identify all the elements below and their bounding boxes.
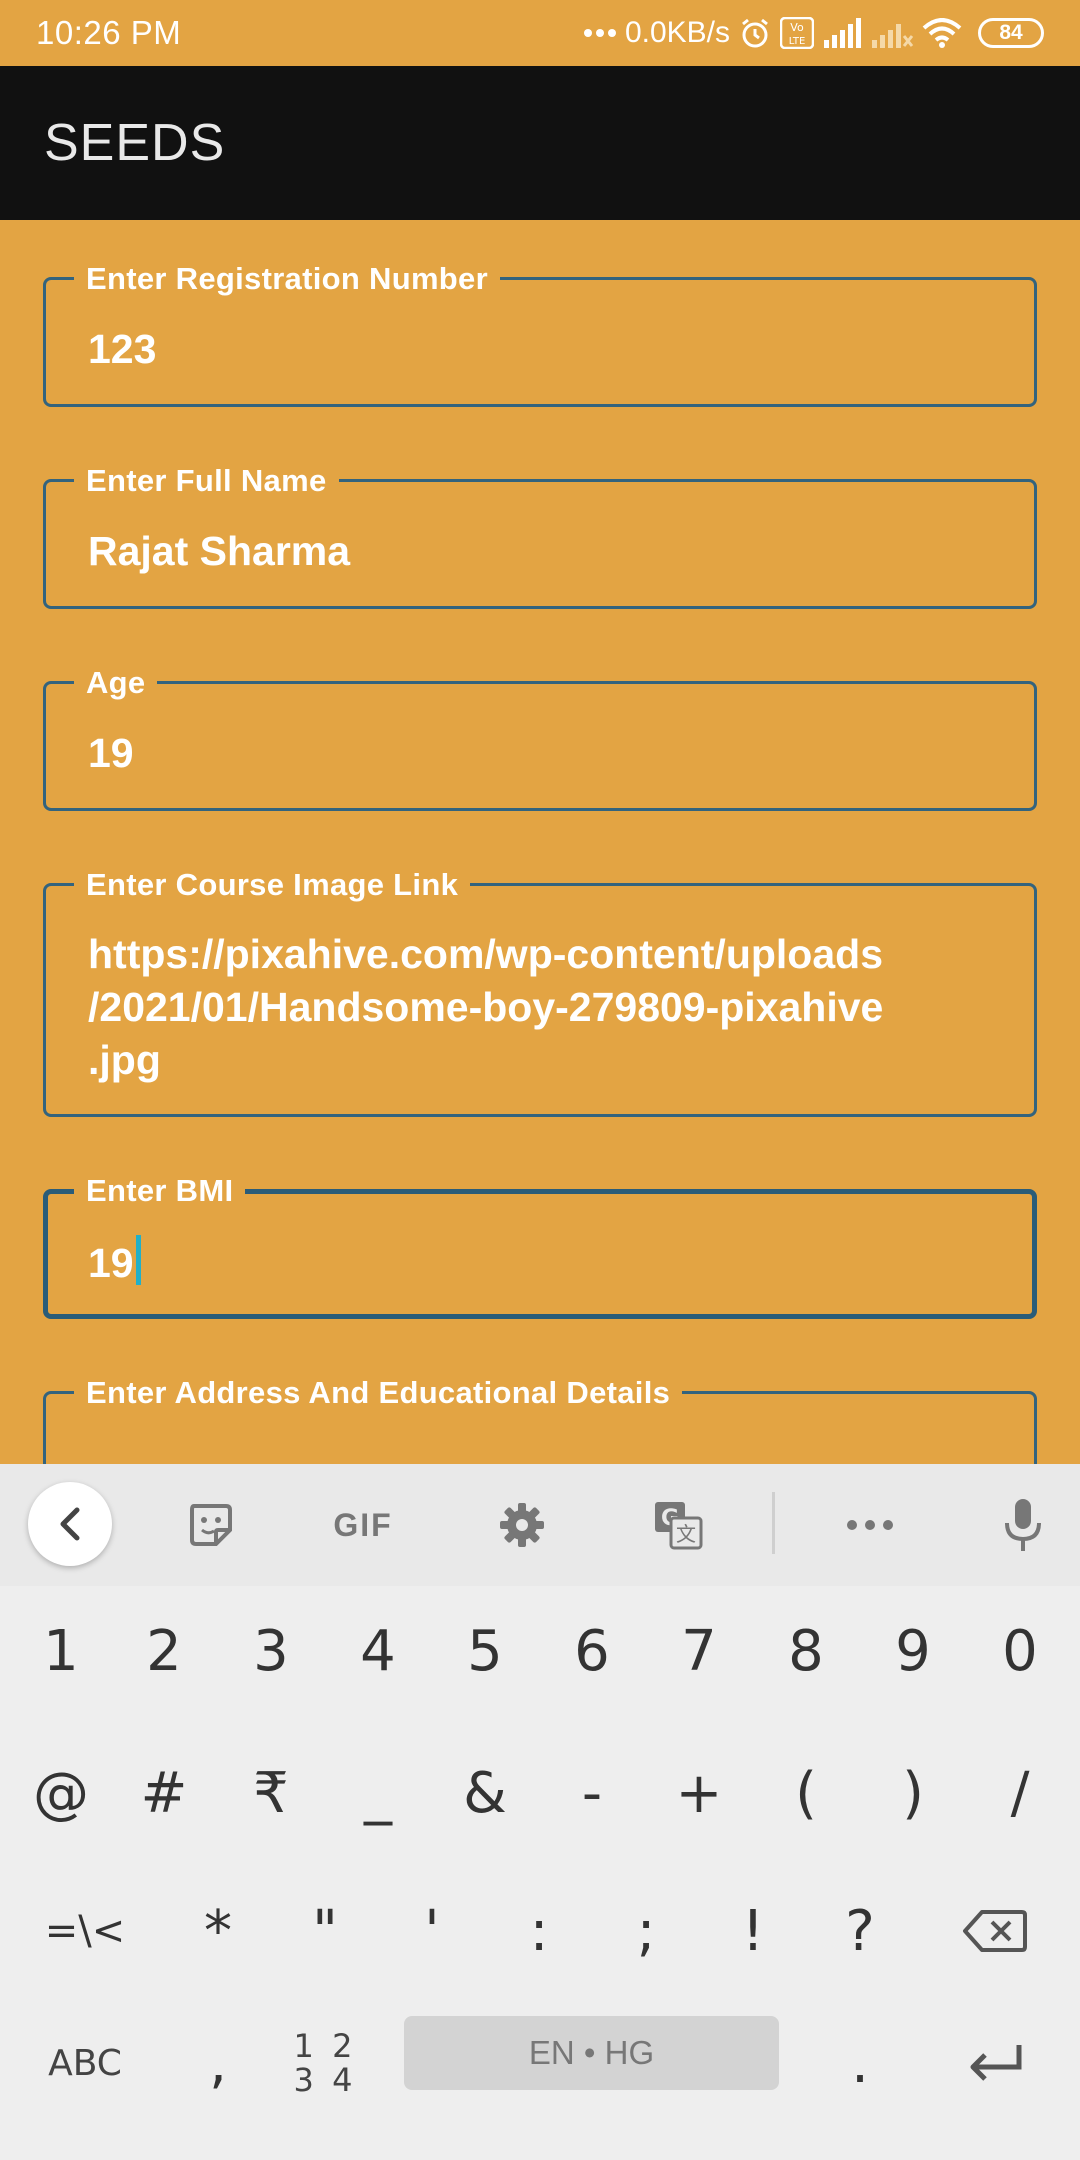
key-open-paren[interactable]: ( <box>752 1728 860 1858</box>
back-icon[interactable] <box>28 1482 112 1566</box>
key-7[interactable]: 7 <box>645 1586 753 1716</box>
age-field[interactable]: Age 19 <box>43 663 1037 811</box>
more-icon[interactable] <box>840 1492 900 1558</box>
key-5[interactable]: 5 <box>431 1586 539 1716</box>
course-image-link-line: https://pixahive.com/wp-content/uploads <box>88 931 883 977</box>
status-bar: 10:26 PM 0.0KB/s Vo LTE 84 <box>0 0 1080 66</box>
enter-icon[interactable] <box>940 1998 1050 2128</box>
key-2[interactable]: 2 <box>110 1586 218 1716</box>
screen: 10:26 PM 0.0KB/s Vo LTE 84 SEEDS Enter R… <box>0 0 1080 2160</box>
key-rupee[interactable]: ₹ <box>217 1728 325 1858</box>
key-1[interactable]: 1 <box>7 1586 115 1716</box>
key-period[interactable]: . <box>806 1998 914 2128</box>
key-underscore[interactable]: _ <box>324 1728 432 1858</box>
translate-icon[interactable]: G文 <box>650 1492 706 1558</box>
registration-number-field[interactable]: Enter Registration Number 123 <box>43 259 1037 407</box>
registration-number-label: Enter Registration Number <box>74 259 500 299</box>
key-semicolon[interactable]: ; <box>592 1866 700 1996</box>
alarm-icon <box>738 16 772 50</box>
age-label: Age <box>74 663 158 703</box>
backspace-icon[interactable] <box>940 1866 1050 1996</box>
keyboard-row-symbols: @ # ₹ _ & - + ( ) / <box>0 1728 1080 1858</box>
signal-icon <box>822 18 862 48</box>
key-minus[interactable]: - <box>538 1728 646 1858</box>
key-slash[interactable]: / <box>966 1728 1074 1858</box>
key-exclamation[interactable]: ! <box>699 1866 807 1996</box>
key-numpad[interactable]: 1 2 3 4 <box>271 1998 379 2128</box>
net-speed: 0.0KB/s <box>624 16 730 49</box>
key-4[interactable]: 4 <box>324 1586 432 1716</box>
toolbar-divider <box>772 1492 775 1554</box>
key-plus[interactable]: + <box>645 1728 753 1858</box>
numpad-bottom: 3 4 <box>293 2061 357 2099</box>
battery-icon: 84 <box>978 18 1044 48</box>
full-name-value[interactable]: Rajat Sharma <box>88 525 1004 578</box>
registration-number-value[interactable]: 123 <box>88 323 1004 376</box>
key-8[interactable]: 8 <box>752 1586 860 1716</box>
key-ampersand[interactable]: & <box>431 1728 539 1858</box>
course-image-link-field[interactable]: Enter Course Image Link https://pixahive… <box>43 865 1037 1117</box>
key-double-quote[interactable]: " <box>271 1866 379 1996</box>
key-6[interactable]: 6 <box>538 1586 646 1716</box>
mic-icon[interactable] <box>998 1492 1048 1558</box>
key-colon[interactable]: : <box>485 1866 593 1996</box>
key-9[interactable]: 9 <box>859 1586 967 1716</box>
keyboard-row-bottom: ABC , 1 2 3 4 EN • HG . <box>0 1998 1080 2128</box>
key-close-paren[interactable]: ) <box>859 1728 967 1858</box>
gif-button[interactable]: GIF <box>328 1492 398 1558</box>
course-image-link-label: Enter Course Image Link <box>74 865 471 905</box>
wifi-icon <box>922 18 962 48</box>
dots-icon <box>583 28 617 38</box>
address-education-label: Enter Address And Educational Details <box>74 1373 683 1413</box>
key-question[interactable]: ? <box>806 1866 914 1996</box>
status-time: 10:26 PM <box>36 14 182 51</box>
bmi-value-text: 19 <box>88 1240 134 1286</box>
signal-weak-icon <box>870 18 914 48</box>
key-abc[interactable]: ABC <box>30 1998 140 2128</box>
volte-icon: Vo LTE <box>780 17 814 49</box>
app-bar: SEEDS <box>0 66 1080 220</box>
status-icons: 0.0KB/s Vo LTE 84 <box>583 16 1044 50</box>
app-title: SEEDS <box>44 114 226 172</box>
keyboard-toolbar: GIF G文 <box>0 1464 1080 1586</box>
key-at[interactable]: @ <box>7 1728 115 1858</box>
key-hash[interactable]: # <box>110 1728 218 1858</box>
keyboard-row-numbers: 1 2 3 4 5 6 7 8 9 0 <box>0 1586 1080 1716</box>
key-0[interactable]: 0 <box>966 1586 1074 1716</box>
space-bar[interactable]: EN • HG <box>404 2016 779 2090</box>
key-single-quote[interactable]: ' <box>378 1866 486 1996</box>
svg-text:LTE: LTE <box>789 36 806 47</box>
key-more-symbols[interactable]: =\< <box>30 1866 140 1996</box>
keyboard-row-punctuation: =\< * " ' : ; ! ? <box>0 1866 1080 1996</box>
bmi-field[interactable]: Enter BMI 19 <box>43 1171 1037 1319</box>
svg-text:文: 文 <box>676 1522 696 1546</box>
full-name-label: Enter Full Name <box>74 461 339 501</box>
course-image-link-line: .jpg <box>88 1037 161 1083</box>
age-value[interactable]: 19 <box>88 727 1004 780</box>
sticker-icon[interactable] <box>183 1492 239 1558</box>
gif-label: GIF <box>333 1506 393 1543</box>
keyboard: 1 2 3 4 5 6 7 8 9 0 @ # ₹ _ & - + ( ) / … <box>0 1586 1080 2160</box>
bmi-value[interactable]: 19 <box>88 1235 1002 1290</box>
full-name-field[interactable]: Enter Full Name Rajat Sharma <box>43 461 1037 609</box>
course-image-link-value[interactable]: https://pixahive.com/wp-content/uploads … <box>88 928 1004 1087</box>
bmi-label: Enter BMI <box>74 1171 246 1211</box>
key-asterisk[interactable]: * <box>164 1866 272 1996</box>
numpad-top: 1 2 <box>293 2027 357 2065</box>
svg-text:Vo: Vo <box>790 21 804 34</box>
settings-icon[interactable] <box>494 1492 550 1558</box>
key-3[interactable]: 3 <box>217 1586 325 1716</box>
key-comma[interactable]: , <box>164 1998 272 2128</box>
course-image-link-line: /2021/01/Handsome-boy-279809-pixahive <box>88 984 884 1030</box>
text-caret <box>135 1235 141 1285</box>
